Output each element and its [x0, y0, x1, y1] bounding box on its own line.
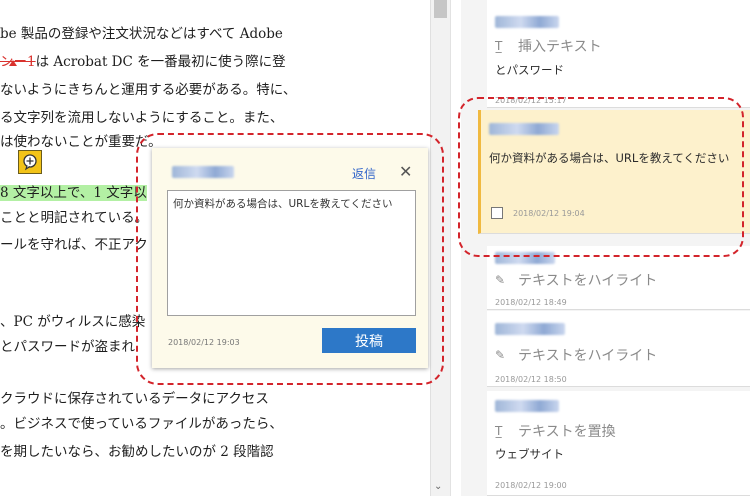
document-scrollbar[interactable]: ⌄ [430, 0, 450, 496]
comment-type: T̲ 挿入テキスト [495, 39, 602, 55]
comment-date: 2018/02/12 19:04 [513, 209, 585, 218]
doc-line: 8 文字以上で、1 文字以 [0, 181, 147, 201]
doc-line: ンー1は Acrobat DC を一番最初に使う際に登 [0, 54, 286, 70]
doc-line: を期したいなら、お勧めしたいのが 2 段階認 [0, 444, 274, 460]
post-button[interactable]: 投稿 [322, 328, 416, 353]
scroll-down-arrow-icon[interactable]: ⌄ [434, 481, 442, 492]
comment-card[interactable]: T̲ 挿入テキスト とパスワード 2018/02/12 15:17 [487, 0, 750, 108]
comment-author-blurred [489, 123, 559, 135]
comment-type: T̲ テキストを置換 [495, 424, 616, 440]
replace-text-icon: T̲ [495, 424, 503, 438]
comment-checkbox[interactable] [491, 207, 503, 219]
strikethrough-text[interactable]: ンー1 [0, 54, 36, 70]
comment-text: とパスワード [495, 63, 564, 77]
comment-type: ✎ テキストをハイライト [495, 273, 658, 289]
close-icon[interactable]: ✕ [399, 162, 412, 181]
comment-card[interactable]: T̲ テキストを置換 ウェブサイト 2018/02/12 19:00 [487, 391, 750, 496]
doc-line: 。ビジネスで使っているファイルがあったら、 [0, 416, 283, 432]
doc-line: ことと明記されている。 [0, 210, 149, 226]
comments-list: T̲ 挿入テキスト とパスワード 2018/02/12 15:17 何か資料があ… [461, 0, 750, 496]
doc-line: 、PC がウィルスに感染 [0, 314, 146, 330]
doc-line: be 製品の登録や注文状況などはすべて Adobe [0, 26, 283, 42]
comment-author-blurred [495, 323, 565, 335]
comment-author-blurred [495, 400, 559, 412]
comment-text: ウェブサイト [495, 447, 564, 461]
highlighted-text[interactable]: 8 文字以上で、1 文字以 [0, 185, 147, 201]
comment-textarea[interactable]: 何か資料がある場合は、URLを教えてください [167, 190, 416, 316]
comment-date: 2018/02/12 18:50 [495, 375, 567, 384]
comment-date: 2018/02/12 19:00 [495, 481, 567, 490]
doc-line: ないようにきちんと運用する必要がある。特に、 [0, 82, 297, 98]
comment-date: 2018/02/12 18:49 [495, 298, 567, 307]
popup-author-blurred [172, 166, 234, 178]
sticky-note-icon[interactable] [18, 150, 42, 174]
comment-date: 2018/02/12 15:17 [495, 96, 567, 105]
comment-type: ✎ テキストをハイライト [495, 348, 658, 364]
scroll-thumb[interactable] [434, 0, 447, 18]
comment-card[interactable]: ✎ テキストをハイライト 2018/02/12 18:49 [487, 246, 750, 310]
comments-panel: T̲ 挿入テキスト とパスワード 2018/02/12 15:17 何か資料があ… [450, 0, 750, 496]
comment-author-blurred [495, 16, 559, 28]
comment-text: 何か資料がある場合は、URLを教えてください [489, 151, 730, 165]
doc-line: ールを守れば、不正アク [0, 237, 148, 253]
doc-line: は使わないことが重要だ。 [0, 134, 162, 150]
doc-line: とパスワードが盗まれ [0, 339, 135, 355]
doc-line: る文字列を流用しないようにすること。また、 [0, 110, 284, 126]
insert-text-icon: T̲ [495, 39, 503, 53]
comment-card[interactable]: ✎ テキストをハイライト 2018/02/12 18:50 [487, 311, 750, 387]
insert-caret-icon[interactable] [9, 60, 17, 66]
comment-author-blurred [495, 252, 555, 264]
comment-popup: 返信 ✕ 何か資料がある場合は、URLを教えてください 2018/02/12 1… [152, 148, 428, 368]
doc-line: クラウドに保存されているデータにアクセス [0, 391, 269, 407]
highlight-pen-icon: ✎ [495, 348, 506, 362]
reply-link[interactable]: 返信 [352, 165, 376, 182]
comment-card-selected[interactable]: 何か資料がある場合は、URLを教えてください 2018/02/12 19:04 [478, 110, 750, 234]
highlight-pen-icon: ✎ [495, 273, 506, 287]
popup-date: 2018/02/12 19:03 [168, 338, 240, 347]
